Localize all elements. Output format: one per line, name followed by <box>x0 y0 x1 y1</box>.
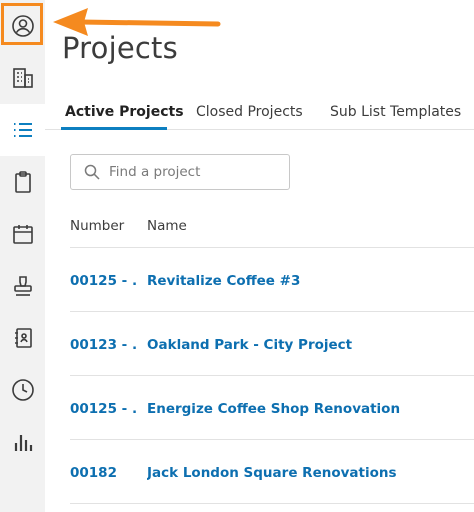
nav-rail <box>0 0 45 512</box>
table-row[interactable]: 00125 - ... Revitalize Coffee #3 <box>70 247 474 311</box>
nav-stamp[interactable] <box>0 260 45 312</box>
reports-icon <box>14 435 32 451</box>
nav-clipboard[interactable] <box>0 156 45 208</box>
project-name-link[interactable]: Revitalize Coffee #3 <box>147 273 300 289</box>
project-number-link[interactable]: 00125 - ... <box>70 401 136 417</box>
table-row[interactable]: 00125 - ... Energize Coffee Shop Renovat… <box>70 375 474 439</box>
nav-calendar[interactable] <box>0 208 45 260</box>
company-icon <box>12 68 33 88</box>
project-name-link[interactable]: Jack London Square Renovations <box>147 465 397 481</box>
search-icon <box>84 164 100 180</box>
project-name-link[interactable]: Energize Coffee Shop Renovation <box>147 401 400 417</box>
calendar-icon <box>12 225 33 244</box>
page-title: Projects <box>62 31 178 65</box>
clipboard-icon <box>14 171 31 193</box>
nav-directory[interactable] <box>0 312 45 364</box>
active-tab-indicator <box>61 127 167 130</box>
search-box[interactable] <box>70 154 290 190</box>
nav-history[interactable] <box>0 364 45 416</box>
project-number-link[interactable]: 00182 <box>70 465 136 481</box>
table-row[interactable]: 00123 - ... Oakland Park - City Project <box>70 311 474 375</box>
table-row[interactable]: 00182 Jack London Square Renovations <box>70 439 474 503</box>
nav-reports[interactable] <box>0 416 45 468</box>
project-number-link[interactable]: 00125 - ... <box>70 273 136 289</box>
directory-icon <box>14 328 32 348</box>
table-divider <box>70 503 474 504</box>
project-number-link[interactable]: 00123 - ... <box>70 337 136 353</box>
nav-company[interactable] <box>0 52 45 104</box>
nav-projects[interactable] <box>0 104 45 156</box>
projects-list-icon <box>13 123 32 137</box>
column-header-number[interactable]: Number <box>70 218 124 234</box>
stamp-icon <box>13 276 32 296</box>
tab-closed-projects[interactable]: Closed Projects <box>196 104 303 120</box>
tab-active-projects[interactable]: Active Projects <box>65 104 184 120</box>
search-input[interactable] <box>109 164 279 180</box>
clock-icon <box>11 379 34 401</box>
project-name-link[interactable]: Oakland Park - City Project <box>147 337 352 353</box>
project-tabs: Active Projects Closed Projects Sub List… <box>45 96 474 130</box>
tab-sub-list-templates[interactable]: Sub List Templates <box>330 104 461 120</box>
column-header-name[interactable]: Name <box>147 218 187 234</box>
